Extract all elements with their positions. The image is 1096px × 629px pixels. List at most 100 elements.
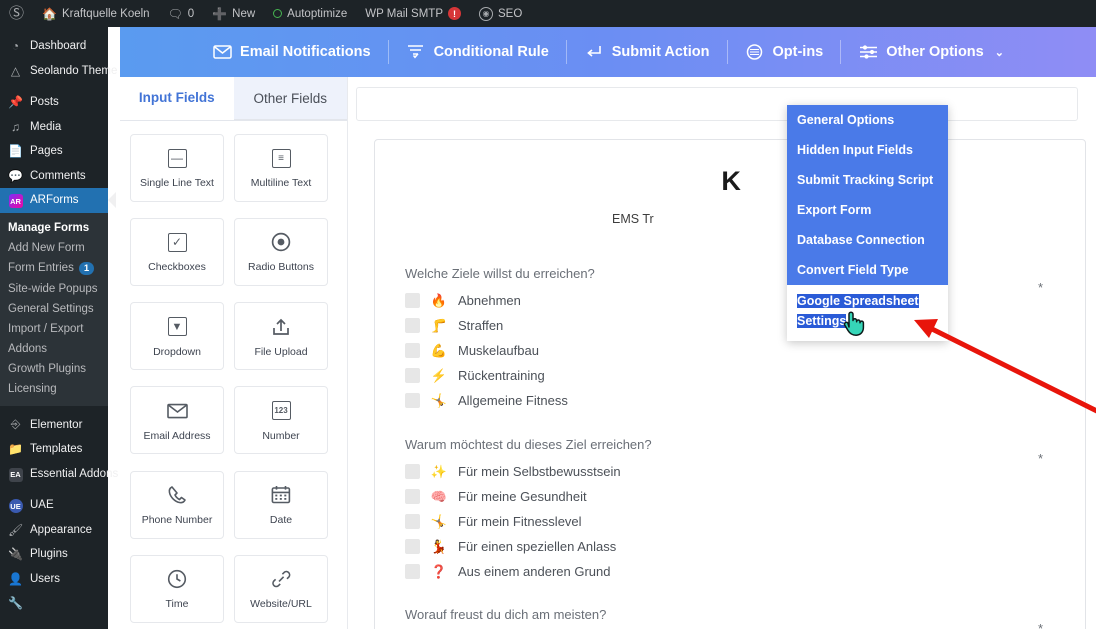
new-label: New <box>232 7 256 20</box>
checkbox-icon[interactable] <box>405 318 420 333</box>
checkbox-icon[interactable] <box>405 564 420 579</box>
option-row[interactable]: 🤸 Allgemeine Fitness <box>405 388 1055 413</box>
option-row[interactable]: 🤸 Für mein Fitnesslevel <box>405 509 1055 534</box>
sidebar-item-uae[interactable]: UE UAE <box>0 493 108 518</box>
checkbox-icon[interactable] <box>405 539 420 554</box>
submenu-item-licensing[interactable]: Licensing <box>0 379 108 399</box>
sidebar-item-templates[interactable]: Templates <box>0 437 108 462</box>
checkbox-icon[interactable] <box>405 368 420 383</box>
sidebar-item-essential-addons[interactable]: EA Essential Addons <box>0 462 118 487</box>
autoptimize-menu[interactable]: Autoptimize <box>264 0 356 27</box>
submenu-item-label: Manage Forms <box>8 221 90 234</box>
sidebar-item-label: UAE <box>30 499 54 512</box>
wp-mail-smtp-menu[interactable]: WP Mail SMTP ! <box>356 0 470 27</box>
field-number[interactable]: 123 Number <box>234 386 328 455</box>
dropdown-item-export-form[interactable]: Export Form <box>787 195 948 225</box>
new-content-menu[interactable]: ➕ New <box>203 0 264 27</box>
submenu-item-label: Growth Plugins <box>8 362 86 375</box>
submenu-item-addons[interactable]: Addons <box>0 339 108 359</box>
field-dropdown[interactable]: ▼ Dropdown <box>130 302 224 371</box>
field-website-url[interactable]: Website/URL <box>234 554 328 623</box>
chevron-down-icon: ⌄ <box>994 46 1004 59</box>
tab-label: Input Fields <box>138 90 215 105</box>
submenu-item-form-entries[interactable]: Form Entries 1 <box>0 258 108 279</box>
checkbox-icon[interactable] <box>405 393 420 408</box>
site-name-menu[interactable]: 🏠 Kraftquelle Koeln <box>33 0 159 27</box>
toolbar-submit-action[interactable]: Submit Action <box>567 39 727 65</box>
toolbar-other-options[interactable]: Other Options ⌄ <box>841 39 1021 65</box>
sidebar-item-media[interactable]: Media <box>0 115 108 140</box>
checkbox-icon[interactable] <box>405 464 420 479</box>
form-entries-badge: 1 <box>78 261 95 275</box>
sidebar-item-seolando-theme[interactable]: Seolando Theme <box>0 59 117 84</box>
submenu-item-add-new-form[interactable]: Add New Form <box>0 238 108 258</box>
submenu-item-label: Add New Form <box>8 241 85 254</box>
field-radio-buttons[interactable]: Radio Buttons <box>234 218 328 287</box>
field-multiline-text[interactable]: ≡ Multiline Text <box>234 134 328 202</box>
sidebar-item-label: Templates <box>30 443 83 456</box>
field-phone-number[interactable]: Phone Number <box>130 470 224 539</box>
sidebar-item-arforms[interactable]: AR ARForms <box>0 188 108 213</box>
sidebar-item-elementor[interactable]: ⎆ Elementor <box>0 413 108 438</box>
form-preview-area: K EMS Tr ch) Welche Ziele willst du erre… <box>348 77 1096 629</box>
checkbox-icon[interactable] <box>405 514 420 529</box>
submenu-item-manage-forms[interactable]: Manage Forms <box>0 218 108 238</box>
toolbar-conditional-rule[interactable]: Conditional Rule <box>389 39 566 65</box>
sidebar-item-users[interactable]: Users <box>0 567 108 592</box>
option-row[interactable]: 🔥 Abnehmen <box>405 288 1055 313</box>
checkbox-icon[interactable] <box>405 489 420 504</box>
submenu-item-label: Site-wide Popups <box>8 282 98 295</box>
arforms-submenu: Manage Forms Add New Form Form Entries 1… <box>0 212 108 406</box>
tab-other-fields[interactable]: Other Fields <box>233 77 347 120</box>
sidebar-item-plugins[interactable]: Plugins <box>0 542 108 567</box>
submenu-item-label: Import / Export <box>8 322 84 335</box>
dropdown-item-database-connection[interactable]: Database Connection <box>787 225 948 255</box>
checkbox-icon[interactable] <box>405 343 420 358</box>
field-date[interactable]: Date <box>234 470 328 539</box>
seo-menu[interactable]: ◉ SEO <box>470 0 531 27</box>
field-time[interactable]: Time <box>130 554 224 623</box>
multiline-text-icon: ≡ <box>271 147 291 169</box>
option-row[interactable]: ⚡ Rückentraining <box>405 363 1055 388</box>
field-label: Multiline Text <box>250 177 312 190</box>
field-single-line-text[interactable]: — Single Line Text <box>130 134 224 202</box>
dropdown-item-general-options[interactable]: General Options <box>787 105 948 135</box>
option-row[interactable]: ✨ Für mein Selbstbewusstsein <box>405 459 1055 484</box>
option-row[interactable]: 🧠 Für meine Gesundheit <box>405 484 1055 509</box>
sidebar-item-posts[interactable]: Posts <box>0 90 108 115</box>
toolbar-email-notifications[interactable]: Email Notifications <box>195 39 388 65</box>
checkbox-icon[interactable] <box>405 293 420 308</box>
sidebar-item-appearance[interactable]: Appearance <box>0 518 108 543</box>
dropdown-item-submit-tracking-script[interactable]: Submit Tracking Script <box>787 165 948 195</box>
wordpress-logo-menu[interactable]: Ⓢ <box>0 0 33 27</box>
option-emoji: ⚡ <box>430 367 448 383</box>
arforms-form-editor: Email Notifications Conditional Rule Sub… <box>108 27 1096 629</box>
comments-menu[interactable]: 🗨 0 <box>159 0 204 27</box>
option-row[interactable]: ❓ Aus einem anderen Grund <box>405 559 1055 584</box>
option-row[interactable]: 🦵 Straffen <box>405 313 1055 338</box>
field-email-address[interactable]: Email Address <box>130 386 224 455</box>
field-label: Number <box>262 429 300 442</box>
field-checkboxes[interactable]: ✓ Checkboxes <box>130 218 224 287</box>
option-row[interactable]: 💪 Muskelaufbau <box>405 338 1055 363</box>
field-file-upload[interactable]: File Upload <box>234 302 328 371</box>
submenu-item-site-wide-popups[interactable]: Site-wide Popups <box>0 279 108 299</box>
form-preview-card: K EMS Tr ch) Welche Ziele willst du erre… <box>374 139 1086 629</box>
submenu-item-growth-plugins[interactable]: Growth Plugins <box>0 359 108 379</box>
option-emoji: 🤸 <box>430 513 448 529</box>
dropdown-item-convert-field-type[interactable]: Convert Field Type <box>787 255 948 285</box>
arforms-icon: AR <box>8 193 23 208</box>
sidebar-item-dashboard[interactable]: Dashboard <box>0 34 108 59</box>
sidebar-item-pages[interactable]: Pages <box>0 139 108 164</box>
toolbar-opt-ins[interactable]: Opt-ins <box>728 39 841 65</box>
dropdown-item-hidden-input-fields[interactable]: Hidden Input Fields <box>787 135 948 165</box>
sidebar-item-comments[interactable]: Comments <box>0 164 108 189</box>
dropdown-item-label: Hidden Input Fields <box>797 143 913 157</box>
submenu-item-general-settings[interactable]: General Settings <box>0 299 108 319</box>
dropdown-item-google-spreadsheet-settings[interactable]: Google Spreadsheet Settings <box>787 285 948 341</box>
option-row[interactable]: 💃 Für einen speziellen Anlass <box>405 534 1055 559</box>
sidebar-item-tools-partial[interactable] <box>0 591 108 616</box>
wordpress-icon: Ⓢ <box>9 5 25 22</box>
submenu-item-import-export[interactable]: Import / Export <box>0 319 108 339</box>
tab-input-fields[interactable]: Input Fields <box>120 77 234 120</box>
